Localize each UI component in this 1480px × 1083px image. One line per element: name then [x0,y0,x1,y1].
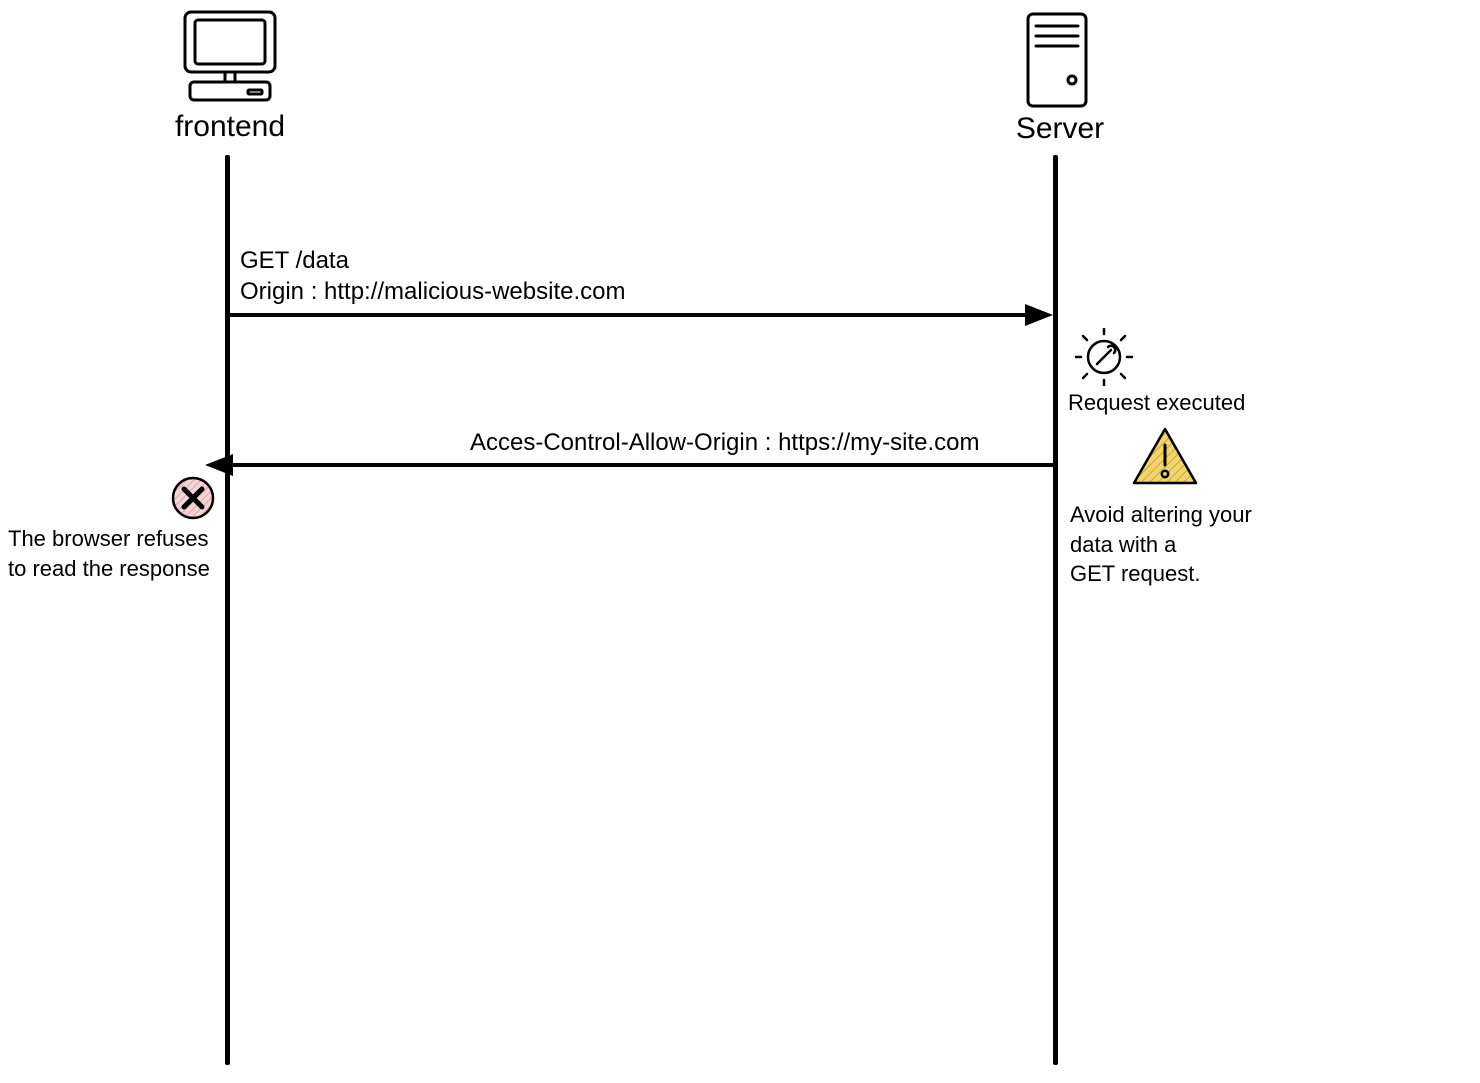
response-line1: Acces-Control-Allow-Origin : https://my-… [470,427,979,458]
gear-icon [1075,328,1133,386]
response-arrow-head [205,454,233,476]
response-arrow-line [230,463,1055,467]
server-icon [1022,10,1092,110]
server-label: Server [990,112,1130,146]
request-arrow-line [230,313,1030,317]
request-executed-label: Request executed [1068,388,1288,418]
request-line1: GET /data [240,245,625,276]
server-lifeline [1053,155,1058,1065]
frontend-label: frontend [150,110,310,144]
request-message: GET /data Origin : http://malicious-webs… [240,245,625,307]
request-arrow-head [1025,304,1053,326]
request-line2: Origin : http://malicious-website.com [240,276,625,307]
response-message: Acces-Control-Allow-Origin : https://my-… [470,427,979,458]
frontend-lifeline [225,155,230,1065]
browser-refuses-note: The browser refuses to read the response [8,524,228,583]
frontend-computer-icon [170,8,290,108]
warning-icon [1130,425,1200,487]
error-x-icon [170,475,216,521]
warning-note: Avoid altering your data with a GET requ… [1070,500,1310,589]
